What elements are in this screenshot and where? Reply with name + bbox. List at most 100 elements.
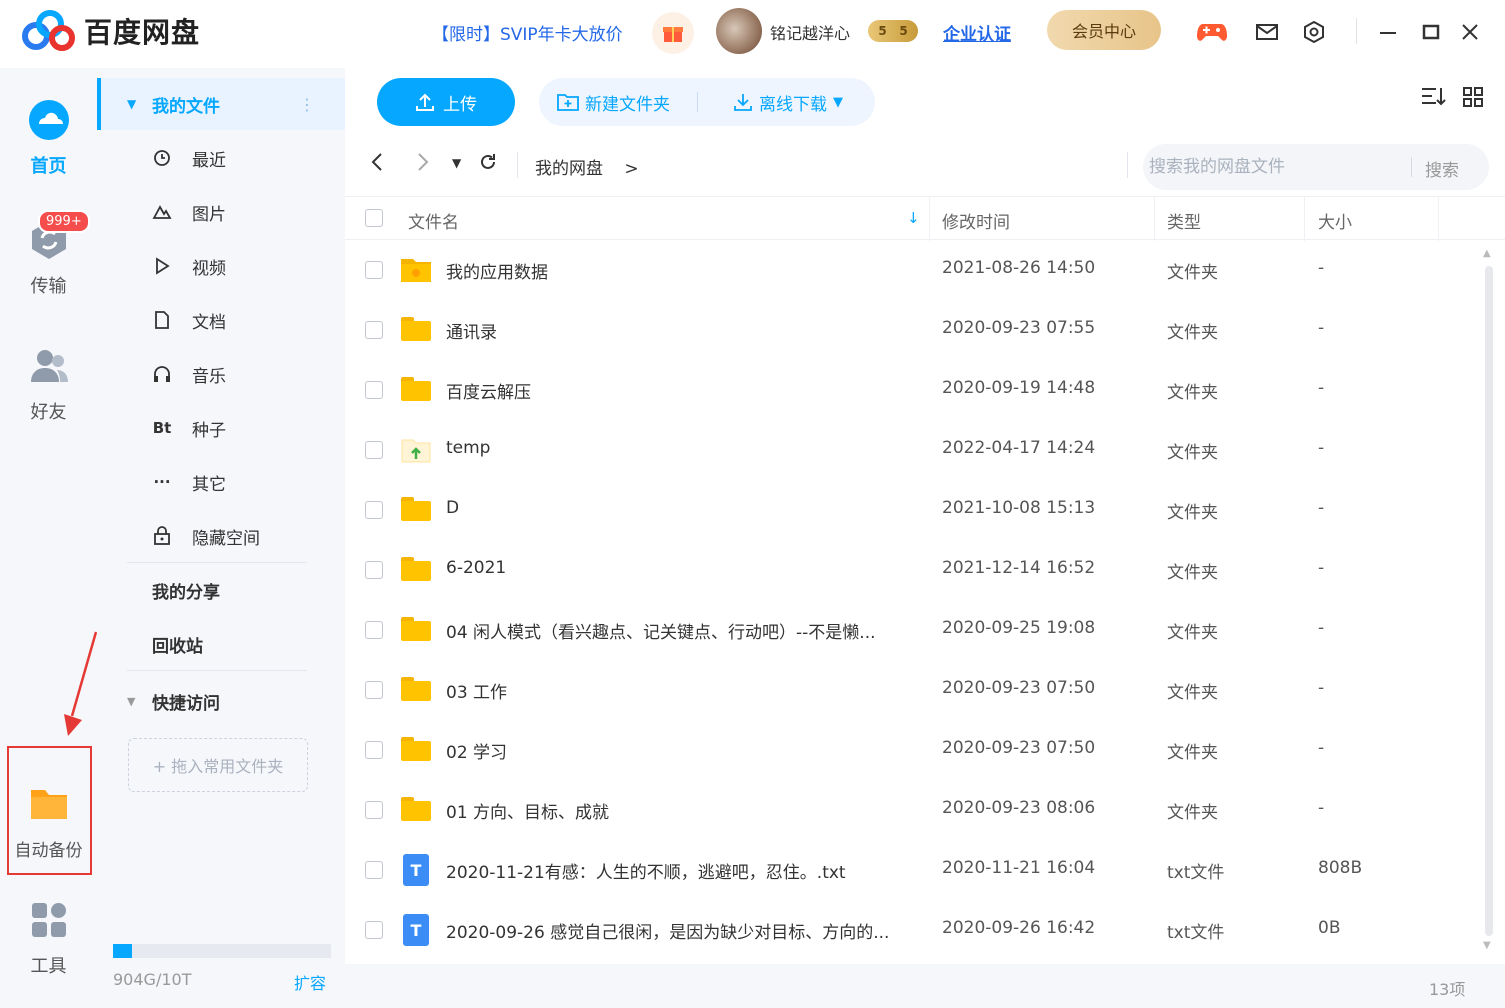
search-button[interactable]: 搜索 (1425, 156, 1459, 181)
sidebar-item-label: 图片 (192, 204, 226, 225)
sidebar-item-label: 我的文件 (152, 96, 220, 117)
file-name[interactable]: 百度云解压 (446, 378, 916, 403)
row-checkbox[interactable] (365, 921, 383, 939)
column-size-header[interactable]: 大小 (1318, 208, 1352, 233)
row-checkbox[interactable] (365, 621, 383, 639)
sidebar-item-my-files[interactable]: ▼ 我的文件 ⋮ (97, 78, 345, 130)
row-checkbox[interactable] (365, 861, 383, 879)
table-row[interactable]: T 2020-09-26 感觉自己很闲，是因为缺少对目标、方向的... 2020-0… (345, 900, 1483, 960)
upload-button[interactable]: 上传 (377, 78, 515, 126)
table-row[interactable]: 我的应用数据 2021-08-26 14:50 文件夹 - (345, 240, 1483, 300)
table-row[interactable]: D 2021-10-08 15:13 文件夹 - (345, 480, 1483, 540)
table-row[interactable]: 通讯录 2020-09-23 07:55 文件夹 - (345, 300, 1483, 360)
file-name[interactable]: 2020-09-26 感觉自己很闲，是因为缺少对目标、方向的... (446, 918, 916, 943)
refresh-icon[interactable] (478, 152, 498, 177)
search-input[interactable] (1149, 144, 1403, 190)
txt-file-icon: T (403, 914, 429, 946)
enterprise-verify-link[interactable]: 企业认证 (943, 20, 1011, 45)
scroll-down-icon[interactable]: ▼ (1483, 940, 1491, 951)
scroll-up-icon[interactable]: ▲ (1483, 248, 1491, 259)
path-divider (517, 152, 518, 178)
row-checkbox[interactable] (365, 741, 383, 759)
table-row[interactable]: temp 2022-04-17 14:24 文件夹 - (345, 420, 1483, 480)
table-row[interactable]: 01 方向、目标、成就 2020-09-23 08:06 文件夹 - (345, 780, 1483, 840)
select-all-checkbox[interactable] (365, 209, 383, 227)
nav-tools[interactable]: 工具 (0, 898, 97, 978)
file-name[interactable]: 2020-11-21有感：人生的不顺，逃避吧，忍住。.txt (446, 858, 916, 883)
quick-access-dropzone[interactable]: + 拖入常用文件夹 (128, 738, 308, 792)
file-name[interactable]: 6-2021 (446, 558, 916, 578)
svip-level-badge[interactable]: 5 5 (868, 20, 918, 42)
breadcrumb[interactable]: 我的网盘 > (535, 154, 639, 179)
sidebar-item-my-share[interactable]: 我的分享 (97, 564, 345, 616)
sidebar-item-headphones[interactable]: 音乐 (97, 348, 345, 400)
file-name[interactable]: 04 闲人模式（看兴趣点、记关键点、行动吧）--不是懒... (446, 618, 916, 643)
column-type-header[interactable]: 类型 (1167, 208, 1201, 233)
avatar[interactable] (716, 8, 762, 54)
row-checkbox[interactable] (365, 561, 383, 579)
mail-icon[interactable] (1251, 16, 1283, 48)
forward-icon[interactable] (417, 152, 429, 177)
row-checkbox[interactable] (365, 801, 383, 819)
sidebar-item-image[interactable]: 图片 (97, 186, 345, 238)
new-folder-button[interactable]: 新建文件夹 (557, 90, 670, 115)
grid-view-icon[interactable] (1462, 86, 1484, 108)
member-center-button[interactable]: 会员中心 (1047, 10, 1161, 50)
username[interactable]: 铭记越洋心 (770, 20, 850, 44)
table-row[interactable]: 6-2021 2021-12-14 16:52 文件夹 - (345, 540, 1483, 600)
storage-quota-fill (113, 944, 133, 958)
sort-desc-icon[interactable]: ↓ (907, 209, 920, 227)
more-vertical-icon[interactable]: ⋮ (299, 95, 315, 114)
gamepad-icon[interactable] (1196, 16, 1228, 48)
upload-folder-icon (401, 437, 431, 463)
file-name[interactable]: 通讯录 (446, 318, 916, 343)
maximize-icon[interactable] (1415, 16, 1447, 48)
close-icon[interactable] (1454, 16, 1486, 48)
file-name[interactable]: 01 方向、目标、成就 (446, 798, 916, 823)
history-dropdown-icon[interactable]: ▼ (452, 156, 461, 170)
settings-icon[interactable] (1298, 16, 1330, 48)
row-checkbox[interactable] (365, 261, 383, 279)
table-row[interactable]: 百度云解压 2020-09-19 14:48 文件夹 - (345, 360, 1483, 420)
back-icon[interactable] (371, 152, 383, 177)
scrollbar[interactable]: ▲ ▼ (1483, 248, 1495, 958)
row-checkbox[interactable] (365, 501, 383, 519)
row-checkbox[interactable] (365, 441, 383, 459)
file-name[interactable]: 我的应用数据 (446, 258, 916, 283)
table-row[interactable]: 04 闲人模式（看兴趣点、记关键点、行动吧）--不是懒... 2020-09-25… (345, 600, 1483, 660)
sidebar-item-clock[interactable]: 最近 (97, 132, 345, 184)
table-row[interactable]: 02 学习 2020-09-23 07:50 文件夹 - (345, 720, 1483, 780)
file-modified: 2020-09-26 16:42 (942, 918, 1096, 938)
sort-icon[interactable] (1421, 86, 1447, 108)
offline-download-button[interactable]: 离线下载 ▼ (733, 90, 843, 115)
breadcrumb-root[interactable]: 我的网盘 (535, 159, 603, 179)
sidebar-item-bt[interactable]: Bt 种子 (97, 402, 345, 454)
cloud-home-icon (28, 100, 69, 140)
file-name[interactable]: temp (446, 438, 916, 458)
row-checkbox[interactable] (365, 681, 383, 699)
sidebar-item-lock[interactable]: 隐藏空间 (97, 510, 345, 562)
sidebar-item-more[interactable]: ··· 其它 (97, 456, 345, 508)
sidebar-item-quick-access[interactable]: ▼ 快捷访问 (97, 675, 345, 727)
column-name-header[interactable]: 文件名 (408, 208, 459, 233)
sidebar-item-recycle[interactable]: 回收站 (97, 618, 345, 670)
sidebar-item-play[interactable]: 视频 (97, 240, 345, 292)
expand-storage-link[interactable]: 扩容 (294, 970, 326, 994)
minimize-icon[interactable] (1372, 16, 1404, 48)
document-icon (151, 309, 173, 331)
row-checkbox[interactable] (365, 321, 383, 339)
table-row[interactable]: 03 工作 2020-09-23 07:50 文件夹 - (345, 660, 1483, 720)
file-name[interactable]: D (446, 498, 916, 518)
row-checkbox[interactable] (365, 381, 383, 399)
file-name[interactable]: 02 学习 (446, 738, 916, 763)
sidebar-item-document[interactable]: 文档 (97, 294, 345, 346)
column-modified-header[interactable]: 修改时间 (942, 208, 1010, 233)
nav-friends[interactable]: 好友 (0, 344, 97, 424)
gift-icon[interactable] (652, 12, 694, 54)
table-row[interactable]: T 2020-11-21有感：人生的不顺，逃避吧，忍住。.txt 2020-11-2… (345, 840, 1483, 900)
scrollbar-thumb[interactable] (1485, 266, 1493, 936)
nav-home[interactable]: 首页 (0, 98, 97, 178)
file-size: - (1318, 798, 1325, 818)
file-name[interactable]: 03 工作 (446, 678, 916, 703)
svip-promo-link[interactable]: 【限时】SVIP年卡大放价 (432, 20, 623, 45)
